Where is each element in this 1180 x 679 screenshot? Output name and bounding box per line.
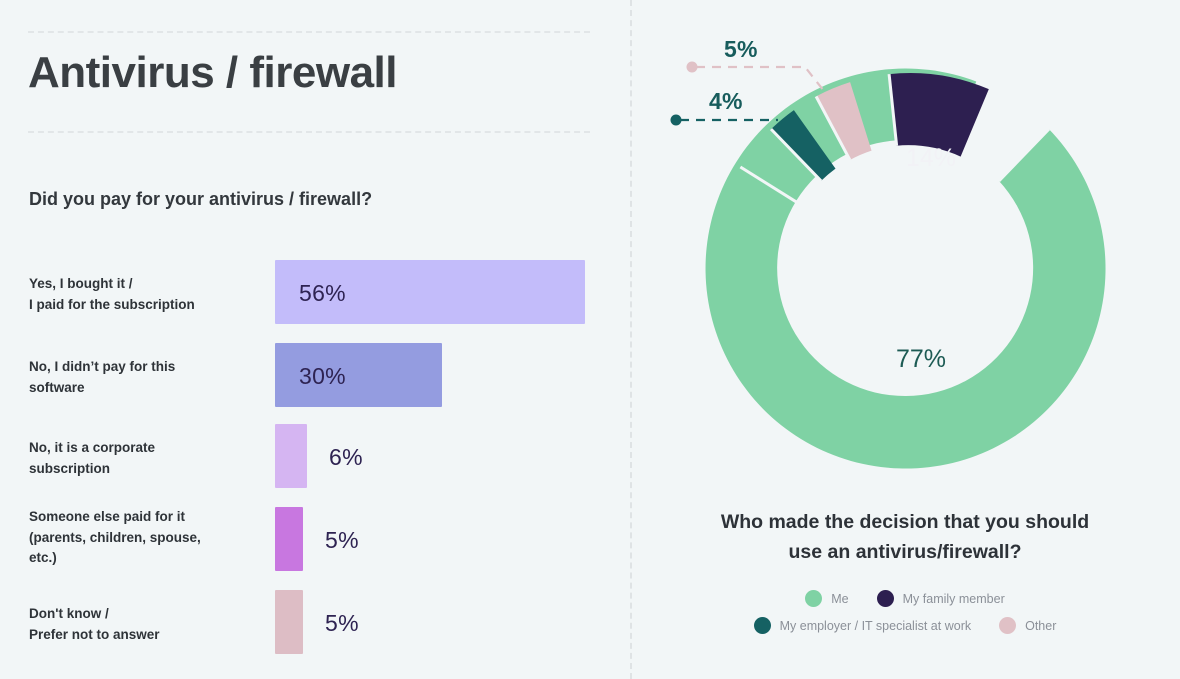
bar-label-line: (parents, children, spouse, [29, 529, 201, 545]
donut-chart-question: Who made the decision that you should us… [630, 508, 1180, 567]
bar-label-line: subscription [29, 460, 111, 476]
page-title: Antivirus / firewall [28, 48, 397, 97]
legend-label: Other [1025, 618, 1057, 633]
bar-label-line: Yes, I bought it / [29, 276, 133, 291]
bar-label-line: etc.) [29, 550, 57, 566]
legend-item-me[interactable]: Me [805, 590, 849, 607]
legend-row: My employer / IT specialist at work Othe… [630, 617, 1180, 634]
legend-label: My employer / IT specialist at work [779, 618, 972, 633]
donut-value-family-member: 14% [906, 144, 956, 172]
donut-callout-other: 5% [724, 36, 758, 62]
bar-label-line: software [29, 379, 85, 395]
legend-label: My family member [902, 591, 1005, 606]
donut-question-line: use an antivirus/firewall? [788, 540, 1022, 563]
callout-dot-employer [670, 114, 682, 126]
bar-label-line: No, I didn’t pay for this [29, 359, 176, 374]
bar-value-label: 5% [325, 527, 359, 553]
donut-question-line: Who made the decision that you should [720, 511, 1090, 533]
right-panel: 77% 14% 5% 4% Who made the decision that… [630, 0, 1180, 679]
legend-item-other[interactable]: Other [999, 617, 1056, 634]
legend-item-employer[interactable]: My employer / IT specialist at work [753, 617, 972, 634]
callout-dot-other [686, 61, 698, 73]
bar-chart-question: Did you pay for your antivirus / firewal… [29, 189, 373, 209]
bar-label: No, it is a corporate subscription [29, 438, 264, 479]
bar-label: Don't know / Prefer not to answer [29, 604, 264, 645]
legend-swatch-icon [999, 617, 1017, 634]
donut-chart-svg: 77% 14% [670, 61, 1106, 469]
divider-under-title [28, 131, 590, 133]
legend-swatch-icon [805, 590, 823, 607]
bar-label: Someone else paid for it (parents, child… [29, 507, 264, 569]
bar-label-line: No, it is a corporate [29, 440, 156, 455]
bar-value-label: 5% [325, 610, 359, 636]
bar-track [275, 424, 307, 488]
bar-fill[interactable] [275, 507, 303, 571]
bar-label-line: I paid for the subscription [29, 296, 195, 312]
legend-swatch-icon [876, 590, 894, 607]
bar-track [275, 590, 303, 654]
bar-label-line: Someone else paid for it [29, 509, 186, 524]
callout-leader-employer [670, 114, 778, 126]
bar-label: Yes, I bought it / I paid for the subscr… [29, 274, 264, 315]
donut-callout-employer: 4% [709, 88, 743, 114]
bar-label: No, I didn’t pay for this software [29, 357, 264, 398]
bar-fill[interactable] [275, 590, 303, 654]
donut-chart: 77% 14% 5% 4% [630, 0, 1180, 500]
legend-item-family-member[interactable]: My family member [876, 590, 1005, 607]
bar-label-line: Don't know / [29, 606, 109, 621]
bar-fill[interactable] [275, 424, 307, 488]
bar-value-label: 30% [299, 363, 346, 389]
donut-hole [838, 201, 982, 345]
bar-value-label: 56% [299, 280, 346, 306]
legend-swatch-icon [753, 617, 771, 634]
bar-track [275, 507, 303, 571]
bar-value-label: 6% [329, 444, 363, 470]
legend-row: Me My family member [630, 590, 1180, 607]
donut-value-me: 77% [896, 345, 946, 373]
legend-label: Me [831, 591, 849, 606]
callout-leader-other [686, 61, 829, 97]
divider-top [28, 31, 590, 33]
left-panel: Antivirus / firewall Did you pay for you… [0, 0, 630, 679]
bar-label-line: Prefer not to answer [29, 626, 160, 642]
donut-legend: Me My family member My employer / IT spe… [630, 590, 1180, 644]
